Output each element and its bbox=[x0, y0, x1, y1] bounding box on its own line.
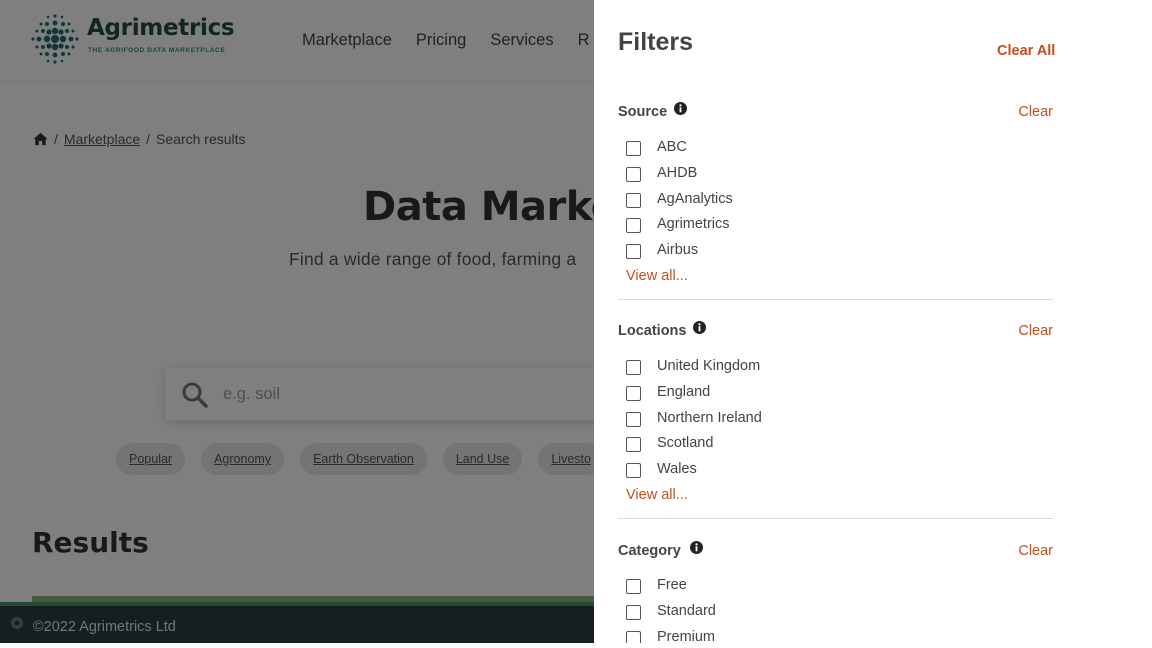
checkbox[interactable] bbox=[626, 359, 641, 375]
filters-panel: Filters Clear All Source Clear ABC AHDB … bbox=[594, 0, 1152, 643]
clear-locations-button[interactable]: Clear bbox=[1018, 323, 1053, 339]
filter-option[interactable]: Scotland bbox=[618, 434, 918, 454]
view-all-source-link[interactable]: View all... bbox=[626, 268, 688, 284]
section-divider bbox=[618, 518, 1053, 519]
option-label: England bbox=[657, 384, 711, 400]
filter-option[interactable]: Airbus bbox=[618, 241, 918, 261]
clear-source-button[interactable]: Clear bbox=[1018, 104, 1053, 120]
option-label: Airbus bbox=[657, 242, 699, 258]
checkbox[interactable] bbox=[626, 140, 641, 156]
filter-option[interactable]: Premium bbox=[618, 628, 918, 643]
option-label: Standard bbox=[657, 603, 716, 619]
filter-option[interactable]: AgAnalytics bbox=[618, 190, 918, 210]
option-label: AgAnalytics bbox=[657, 191, 733, 207]
filter-option[interactable]: Northern Ireland bbox=[618, 409, 918, 429]
filter-option[interactable]: United Kingdom bbox=[618, 357, 918, 377]
option-label: Scotland bbox=[657, 435, 714, 451]
filters-title: Filters bbox=[618, 28, 694, 56]
option-label: Wales bbox=[657, 461, 697, 477]
option-label: Premium bbox=[657, 629, 716, 643]
filter-option[interactable]: Free bbox=[618, 576, 918, 596]
filter-section-locations: Locations Clear United Kingdom England N… bbox=[618, 321, 1053, 503]
clear-all-button[interactable]: Clear All bbox=[997, 43, 1055, 59]
filter-option[interactable]: Wales bbox=[618, 460, 918, 480]
filter-section-category: Category Clear Free Standard Premium bbox=[618, 541, 1053, 643]
filter-section-source: Source Clear ABC AHDB AgAnalytics Agrime… bbox=[618, 102, 1053, 284]
filter-option[interactable]: Standard bbox=[618, 602, 918, 622]
filter-option[interactable]: England bbox=[618, 383, 918, 403]
info-icon[interactable] bbox=[693, 321, 706, 334]
checkbox[interactable] bbox=[626, 243, 641, 259]
checkbox[interactable] bbox=[626, 578, 641, 594]
info-icon[interactable] bbox=[674, 102, 687, 115]
option-label: Free bbox=[657, 577, 687, 593]
option-label: ABC bbox=[657, 139, 687, 155]
section-title: Source bbox=[618, 104, 668, 120]
section-title: Category bbox=[618, 543, 681, 559]
clear-category-button[interactable]: Clear bbox=[1018, 543, 1053, 559]
checkbox[interactable] bbox=[626, 385, 641, 401]
checkbox[interactable] bbox=[626, 462, 641, 478]
checkbox[interactable] bbox=[626, 604, 641, 620]
checkbox[interactable] bbox=[626, 192, 641, 208]
checkbox[interactable] bbox=[626, 630, 641, 643]
info-icon[interactable] bbox=[690, 541, 703, 554]
filter-option[interactable]: ABC bbox=[618, 138, 918, 158]
bottom-edge bbox=[0, 643, 1152, 648]
view-all-locations-link[interactable]: View all... bbox=[626, 487, 688, 503]
checkbox[interactable] bbox=[626, 436, 641, 452]
filter-option[interactable]: AHDB bbox=[618, 164, 918, 184]
option-label: United Kingdom bbox=[657, 358, 761, 374]
checkbox[interactable] bbox=[626, 411, 641, 427]
section-title: Locations bbox=[618, 323, 687, 339]
checkbox[interactable] bbox=[626, 166, 641, 182]
section-divider bbox=[618, 299, 1053, 300]
filter-option[interactable]: Agrimetrics bbox=[618, 215, 918, 235]
option-label: Northern Ireland bbox=[657, 410, 762, 426]
option-label: AHDB bbox=[657, 165, 698, 181]
option-label: Agrimetrics bbox=[657, 216, 730, 232]
checkbox[interactable] bbox=[626, 217, 641, 233]
